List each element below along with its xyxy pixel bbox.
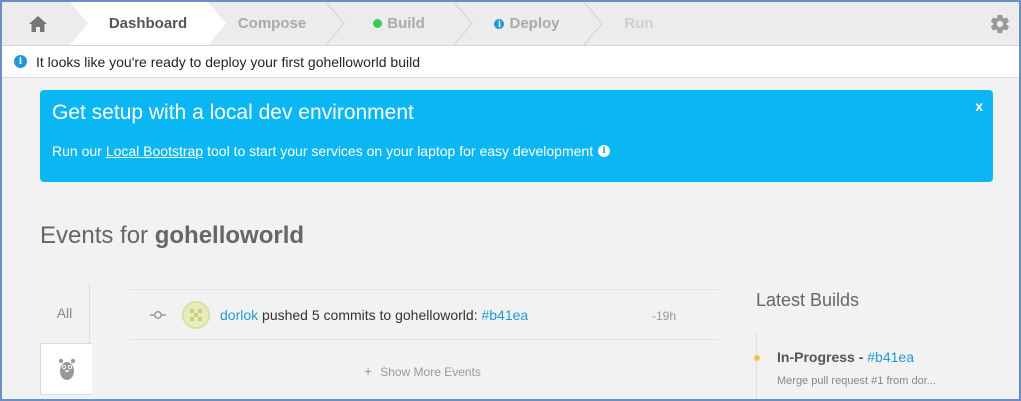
step-dashboard-label: Dashboard (108, 15, 188, 32)
step-run: Run (592, 2, 686, 45)
avatar[interactable] (182, 301, 210, 329)
build-separator: - (858, 349, 864, 365)
event-list: dorlok pushed 5 commits to gohelloworld:… (130, 289, 718, 399)
banner-title: Get setup with a local dev environment (52, 101, 414, 124)
event-commit-link[interactable]: #b41ea (481, 307, 528, 323)
event-action: pushed 5 commits to gohelloworld: (262, 307, 478, 323)
list-item: dorlok pushed 5 commits to gohelloworld:… (130, 289, 718, 340)
info-icon[interactable]: i (598, 145, 611, 157)
event-filter-tabs: All (40, 283, 92, 399)
events-app-name: gohelloworld (154, 222, 305, 249)
builds-timeline (756, 331, 757, 399)
banner-text-after: tool to start your services on your lapt… (207, 143, 594, 159)
commit-icon (150, 311, 166, 319)
latest-builds-panel: Latest Builds In-Progress - #b41ea Merge… (754, 289, 996, 399)
build-item[interactable]: In-Progress - #b41ea (777, 349, 914, 365)
info-dot-icon: i (494, 18, 505, 29)
notice-text: It looks like you're ready to deploy you… (36, 53, 420, 70)
step-deploy[interactable]: i Deploy (464, 2, 590, 45)
identicon-icon (190, 309, 202, 321)
local-bootstrap-link[interactable]: Local Bootstrap (106, 143, 203, 159)
gear-icon[interactable] (989, 13, 1011, 35)
close-icon[interactable]: x (975, 98, 983, 114)
banner-text: Run our Local Bootstrap tool to start yo… (52, 143, 611, 159)
build-status-dot (373, 19, 383, 28)
gopher-icon (58, 358, 75, 380)
event-user-link[interactable]: dorlok (220, 307, 258, 323)
home-icon (29, 15, 47, 32)
local-dev-banner: Get setup with a local dev environment x… (40, 90, 993, 182)
events-heading-prefix: Events for (40, 222, 149, 249)
step-compose-label: Compose (237, 15, 307, 32)
plus-icon: + (364, 363, 373, 379)
event-time: -19h (651, 309, 676, 323)
show-more-label: Show More Events (380, 365, 481, 379)
build-commit-link[interactable]: #b41ea (867, 349, 914, 365)
home-button[interactable] (2, 2, 74, 45)
events-heading: Events for gohelloworld (40, 222, 304, 250)
step-navigation: Dashboard Compose Build i Deploy Run (2, 2, 1019, 46)
step-build-label: Build (387, 15, 425, 32)
info-icon: i (14, 55, 27, 68)
step-deploy-label: Deploy (509, 15, 560, 32)
latest-builds-title: Latest Builds (756, 290, 860, 310)
tab-app[interactable] (40, 343, 92, 395)
show-more-events-button[interactable]: + Show More Events (364, 363, 481, 379)
step-dashboard[interactable]: Dashboard (70, 2, 226, 45)
deploy-notice: i It looks like you're ready to deploy y… (2, 46, 1019, 78)
tab-all-label: All (56, 305, 73, 321)
app-frame: Dashboard Compose Build i Deploy Run i I… (0, 0, 1021, 401)
step-build[interactable]: Build (336, 2, 462, 45)
event-text: dorlok pushed 5 commits to gohelloworld:… (220, 307, 528, 323)
step-run-label: Run (624, 15, 654, 32)
build-status-dot (754, 355, 760, 361)
build-message: Merge pull request #1 from dor... (777, 375, 936, 387)
build-status-label: In-Progress (777, 349, 855, 365)
tab-all[interactable]: All (40, 283, 90, 343)
banner-text-before: Run our (52, 143, 102, 159)
step-compose[interactable]: Compose (210, 2, 334, 45)
